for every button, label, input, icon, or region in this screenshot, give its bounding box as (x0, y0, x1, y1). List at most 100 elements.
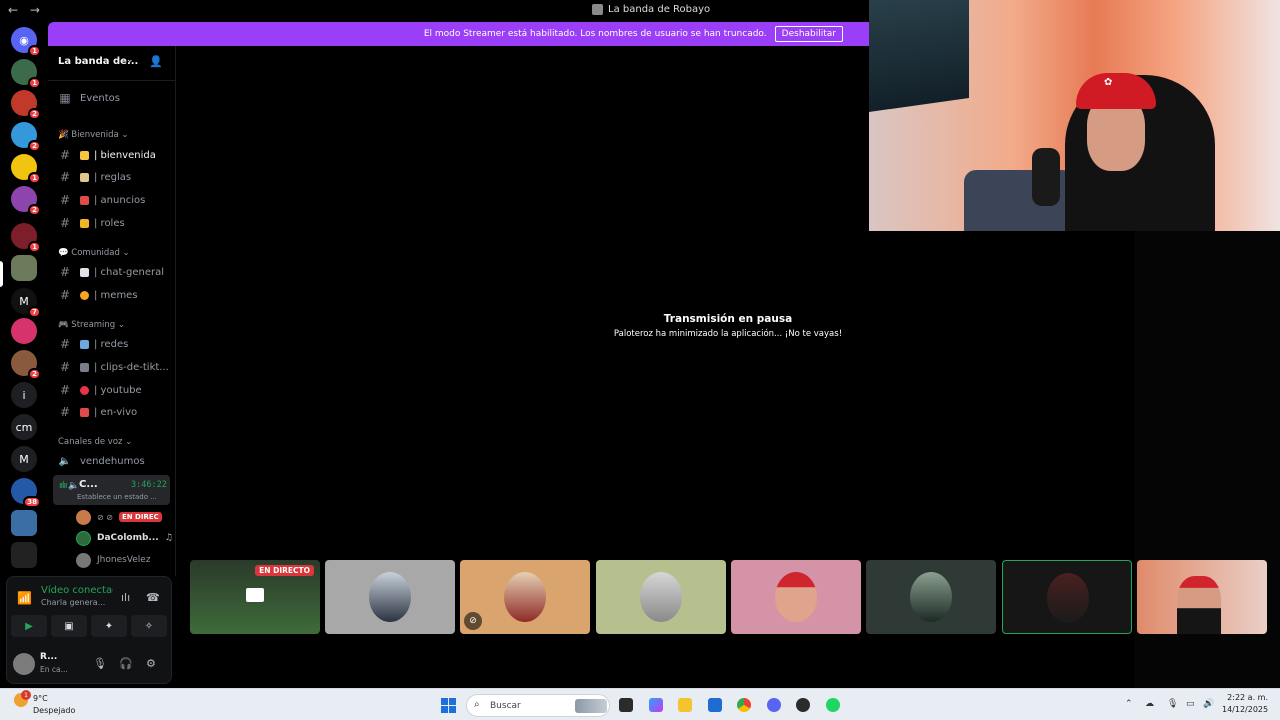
notification-badge: 1 (28, 77, 41, 89)
participant-tile-self[interactable] (1137, 560, 1267, 634)
taskbar-search[interactable]: ⌕ Buscar (466, 694, 610, 717)
server-icon[interactable] (11, 318, 37, 344)
microphone-icon[interactable]: 🎙 (1167, 699, 1178, 709)
server-icon[interactable]: 38 (11, 478, 41, 508)
camera-button[interactable]: ▶ (11, 615, 47, 637)
channel-label: | memes (94, 289, 138, 301)
clock-time[interactable]: 2:22 a. m. (1226, 693, 1268, 702)
signal-icon[interactable]: 📶 (17, 591, 32, 605)
events-item[interactable]: ▦ Eventos (52, 88, 172, 108)
channel-roles[interactable]: # | roles (52, 213, 172, 233)
channel-label: | bienvenida (94, 149, 156, 161)
server-icon[interactable]: 1 (11, 223, 41, 253)
streamer-mode-banner: El modo Streamer está habilitado. Los no… (48, 22, 869, 46)
participant-tile[interactable] (325, 560, 455, 634)
participant-tile[interactable] (596, 560, 726, 634)
avatar (775, 572, 817, 622)
avatar[interactable] (13, 653, 35, 675)
member-name: JhonesVelez (97, 555, 151, 565)
server-icon[interactable]: cm (11, 414, 37, 440)
discord-home-icon[interactable]: ◉ 1 (11, 27, 41, 57)
channel-youtube[interactable]: # | youtube (52, 380, 172, 400)
participant-tile[interactable] (866, 560, 996, 634)
clock-date[interactable]: 14/12/2025 (1222, 705, 1268, 714)
file-explorer-icon[interactable] (678, 698, 692, 712)
participant-tile-speaking[interactable] (1002, 560, 1132, 634)
weather-condition[interactable]: Despejado (33, 706, 75, 715)
server-icon[interactable]: 2 (11, 350, 41, 380)
server-icon[interactable]: 2 (11, 90, 41, 120)
chevron-up-icon[interactable]: ⌃ (1125, 699, 1133, 709)
notification-badge: 1 (28, 45, 41, 57)
hash-icon: # (59, 337, 71, 351)
server-icon[interactable]: 2 (11, 186, 41, 216)
channel-bienvenida[interactable]: # | bienvenida (52, 145, 172, 165)
participant-tile-stream[interactable]: EN DIRECTO (190, 560, 320, 634)
voice-channel-active[interactable]: ıılıı 🔈 C... 3:46:22 Establece un estado… (53, 475, 170, 505)
channel-anuncios[interactable]: # | anuncios (52, 190, 172, 210)
microphone-icon[interactable]: 🎙 (93, 657, 107, 670)
disable-streamer-button[interactable]: Deshabilitar (774, 26, 843, 42)
channel-label: | chat-general (94, 266, 165, 278)
participant-tile[interactable]: ⊘ (460, 560, 590, 634)
task-view-icon[interactable] (619, 698, 633, 712)
channel-memes[interactable]: # | memes (52, 285, 172, 305)
channel-clips[interactable]: # | clips-de-tikt... (52, 357, 172, 377)
nav-arrows: ← → (8, 3, 48, 17)
store-icon[interactable] (708, 698, 722, 712)
discord-icon[interactable] (767, 698, 781, 712)
category-bienvenida[interactable]: 🎉 Bienvenida ⌄ (58, 130, 129, 140)
back-arrow-icon[interactable]: ← (8, 3, 18, 17)
channel-label: | reglas (94, 171, 132, 183)
avatar (1047, 573, 1089, 623)
server-icon[interactable]: 2 (11, 122, 41, 152)
voice-member[interactable]: JhonesVelez (76, 551, 151, 569)
weather-temp[interactable]: 9°C (33, 694, 48, 703)
noise-suppression-icon[interactable]: ılı (121, 591, 130, 604)
channel-redes[interactable]: # | redes (52, 334, 172, 354)
invite-user-icon[interactable]: 👤 (149, 55, 163, 68)
voice-channel-vendehumos[interactable]: 🔈 vendehumos (52, 451, 172, 471)
spotify-icon[interactable] (826, 698, 840, 712)
user-name[interactable]: R... (40, 652, 57, 662)
category-voz[interactable]: Canales de voz ⌄ (58, 437, 132, 447)
voice-channel-label[interactable]: Charla genera... (41, 598, 113, 607)
copilot-icon[interactable] (649, 698, 663, 712)
volume-icon[interactable]: 🔊 (1203, 699, 1214, 709)
voice-member[interactable]: ⊘ ⊘ EN DIREC (76, 508, 162, 526)
server-icon[interactable] (11, 510, 37, 536)
chevron-down-icon[interactable]: ⌄ (126, 55, 134, 65)
active-server-icon[interactable] (11, 255, 37, 281)
weather-icon[interactable]: 1 (14, 690, 31, 707)
disconnect-icon[interactable]: ☎ (146, 591, 160, 604)
channel-chat-general[interactable]: # | chat-general (52, 262, 172, 282)
side-column (1134, 231, 1280, 720)
category-comunidad[interactable]: 💬 Comunidad ⌄ (58, 248, 130, 258)
screen-share-button[interactable]: ▣ (51, 615, 87, 637)
voice-connected-label[interactable]: Vídeo conectad (41, 585, 113, 596)
battery-icon[interactable]: ▭ (1186, 699, 1195, 709)
headphones-icon[interactable]: 🎧 (119, 657, 133, 670)
server-icon[interactable]: M7 (11, 288, 41, 318)
server-icon[interactable]: M (11, 446, 37, 472)
participant-tile[interactable] (731, 560, 861, 634)
channel-reglas[interactable]: # | reglas (52, 167, 172, 187)
channel-en-vivo[interactable]: # | en-vivo (52, 402, 172, 422)
category-streaming[interactable]: 🎮 Streaming ⌄ (58, 320, 125, 330)
server-icon[interactable] (11, 542, 37, 568)
chrome-icon[interactable] (737, 698, 751, 712)
webcam-overlay: ✿ (869, 0, 1280, 231)
voice-channel-status[interactable]: Establece un estado ... (77, 493, 157, 501)
gear-icon[interactable]: ⚙ (146, 657, 156, 670)
voice-member[interactable]: DaColomb... ♫ (76, 529, 173, 547)
server-icon[interactable]: 1 (11, 59, 41, 89)
server-icon[interactable]: i (11, 382, 37, 408)
soundboard-button[interactable]: ✧ (131, 615, 167, 637)
voice-user-panel: 📶 Vídeo conectad Charla genera... ılı ☎ … (6, 576, 172, 684)
forward-arrow-icon[interactable]: → (30, 3, 40, 17)
app-icon[interactable] (796, 698, 810, 712)
server-icon[interactable]: 1 (11, 154, 41, 184)
activities-button[interactable]: ✦ (91, 615, 127, 637)
start-button[interactable] (441, 698, 456, 713)
network-icon[interactable]: ☁ (1145, 699, 1154, 709)
